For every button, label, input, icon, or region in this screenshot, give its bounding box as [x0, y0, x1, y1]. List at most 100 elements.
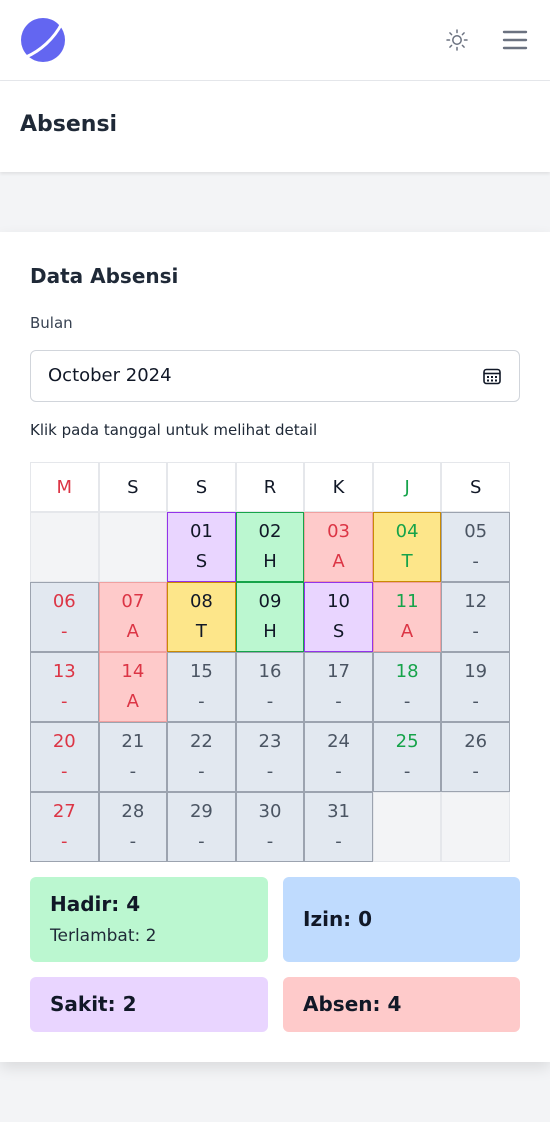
day-status: -	[266, 691, 274, 712]
day-status: T	[195, 621, 207, 642]
day-number: 04	[395, 521, 419, 542]
day-number: 18	[395, 661, 419, 682]
calendar-week: 13 - 14 A 15 - 16 - 17 - 18 - 19 -	[30, 652, 510, 722]
day-status: S	[332, 621, 345, 642]
page-header: Absensi	[0, 81, 550, 172]
day-status: S	[195, 551, 208, 572]
day-status: -	[61, 621, 68, 642]
day-cell[interactable]: 02 H	[235, 512, 305, 582]
day-status: -	[335, 761, 342, 782]
day-cell[interactable]: 12 -	[441, 582, 510, 652]
day-cell[interactable]: 14 A	[98, 652, 168, 722]
day-cell[interactable]: 11 A	[372, 582, 442, 652]
day-status: A	[126, 621, 139, 642]
empty-day-cell	[30, 512, 99, 582]
weekday-mon: S	[98, 462, 168, 512]
day-cell[interactable]: 15 -	[167, 652, 236, 722]
empty-day-cell	[98, 512, 168, 582]
day-number: 07	[121, 591, 145, 612]
day-number: 16	[258, 661, 282, 682]
day-status: H	[263, 621, 277, 642]
day-status: -	[129, 831, 137, 852]
day-number: 10	[327, 591, 350, 612]
day-cell[interactable]: 09 H	[235, 582, 305, 652]
day-number: 13	[52, 661, 76, 682]
day-cell[interactable]: 26 -	[441, 722, 510, 792]
day-cell[interactable]: 23 -	[235, 722, 305, 792]
day-cell[interactable]: 03 A	[304, 512, 373, 582]
day-number: 22	[189, 731, 213, 752]
day-number: 12	[464, 591, 488, 612]
day-cell[interactable]: 29 -	[167, 792, 236, 862]
day-number: 11	[395, 591, 419, 612]
absen-count: Absen: 4	[303, 992, 402, 1016]
day-cell[interactable]: 25 -	[372, 722, 442, 792]
card-title: Data Absensi	[30, 264, 179, 288]
day-number: 01	[189, 521, 213, 542]
weekday-tue: S	[167, 462, 236, 512]
day-status: -	[198, 761, 205, 782]
day-cell[interactable]: 19 -	[441, 652, 510, 722]
day-cell[interactable]: 07 A	[98, 582, 168, 652]
day-number: 19	[464, 661, 488, 682]
day-cell[interactable]: 04 T	[372, 512, 442, 582]
day-number: 17	[327, 661, 350, 682]
summary-izin: Izin: 0	[283, 877, 520, 962]
day-status: H	[263, 551, 277, 572]
planet-logo-icon[interactable]	[20, 17, 66, 63]
day-number: 30	[258, 801, 282, 822]
day-cell[interactable]: 16 -	[235, 652, 305, 722]
terlambat-count: Terlambat: 2	[50, 926, 157, 946]
day-cell[interactable]: 18 -	[372, 652, 442, 722]
day-number: 23	[258, 731, 282, 752]
day-status: A	[332, 551, 345, 572]
day-status: -	[129, 761, 137, 782]
day-cell[interactable]: 24 -	[304, 722, 373, 792]
calendar-week: 06 - 07 A 08 T 09 H 10 S 11 A 12 -	[30, 582, 510, 652]
day-status: -	[198, 691, 205, 712]
day-cell[interactable]: 05 -	[441, 512, 510, 582]
day-cell[interactable]: 20 -	[30, 722, 99, 792]
day-cell[interactable]: 13 -	[30, 652, 99, 722]
day-cell[interactable]: 08 T	[167, 582, 236, 652]
hamburger-menu-icon[interactable]	[502, 29, 528, 51]
day-number: 05	[464, 521, 488, 542]
day-cell[interactable]: 01 S	[167, 512, 236, 582]
sun-icon[interactable]	[446, 29, 468, 51]
day-cell[interactable]: 27 -	[30, 792, 99, 862]
calendar-hint: Klik pada tanggal untuk melihat detail	[30, 421, 318, 439]
empty-day-cell	[441, 792, 510, 862]
top-navbar	[0, 0, 550, 81]
empty-day-cell	[372, 792, 442, 862]
day-cell[interactable]: 22 -	[167, 722, 236, 792]
day-cell[interactable]: 17 -	[304, 652, 373, 722]
day-status: -	[335, 831, 342, 852]
day-status: -	[403, 761, 411, 782]
day-status: -	[472, 621, 479, 642]
calendar-week: 20 - 21 - 22 - 23 - 24 - 25 - 26 -	[30, 722, 510, 792]
day-number: 29	[189, 801, 213, 822]
weekday-sat: S	[441, 462, 510, 512]
month-picker-input[interactable]: October 2024	[30, 350, 520, 402]
day-cell[interactable]: 30 -	[235, 792, 305, 862]
day-status: T	[401, 551, 413, 572]
day-number: 28	[121, 801, 145, 822]
day-status: -	[472, 691, 479, 712]
weekday-fri: J	[372, 462, 442, 512]
day-number: 14	[121, 661, 145, 682]
day-cell[interactable]: 28 -	[98, 792, 168, 862]
day-cell[interactable]: 21 -	[98, 722, 168, 792]
day-status: -	[403, 691, 411, 712]
hadir-count: Hadir: 4	[50, 892, 141, 916]
day-number: 24	[327, 731, 350, 752]
day-cell[interactable]: 10 S	[304, 582, 373, 652]
calendar-icon[interactable]	[482, 366, 502, 386]
day-cell[interactable]: 06 -	[30, 582, 99, 652]
calendar-week: 27 - 28 - 29 - 30 - 31 -	[30, 792, 510, 862]
day-number: 21	[121, 731, 145, 752]
day-cell[interactable]: 31 -	[304, 792, 373, 862]
day-status: -	[335, 691, 342, 712]
day-status: -	[266, 761, 274, 782]
day-number: 08	[189, 591, 213, 612]
day-status: -	[61, 831, 68, 852]
